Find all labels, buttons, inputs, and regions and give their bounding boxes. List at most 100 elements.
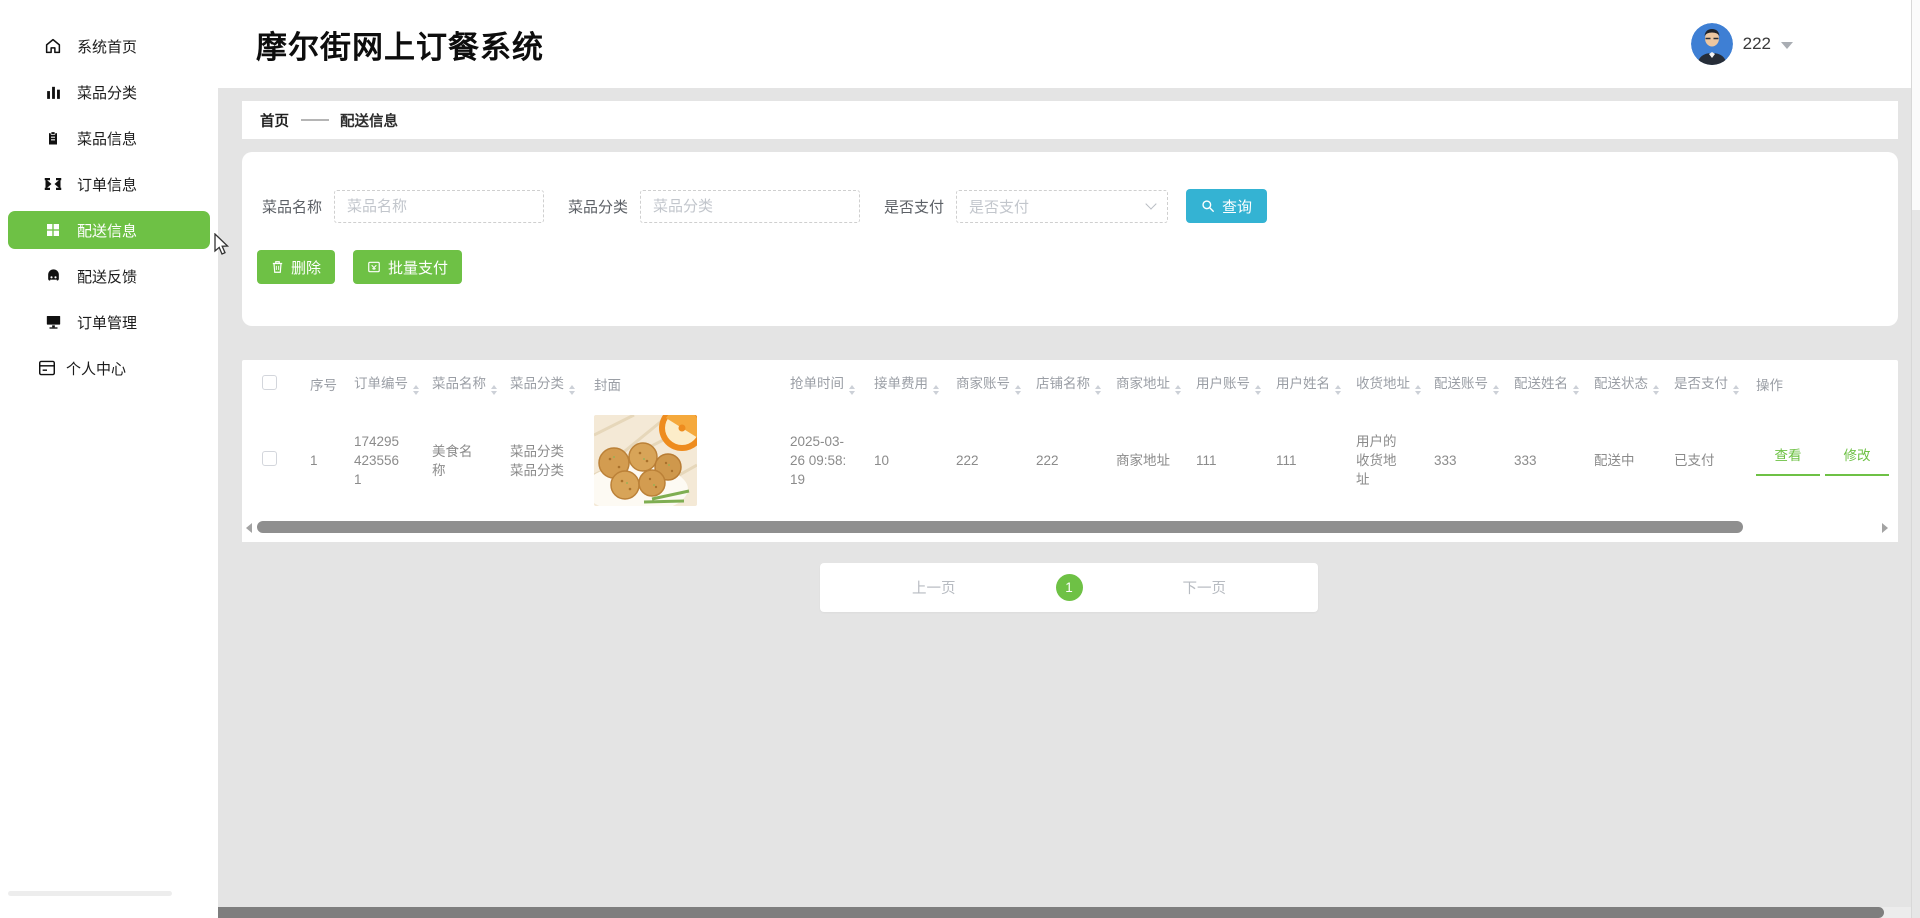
sort-icon[interactable] <box>1493 385 1499 395</box>
chevron-down-icon <box>1781 41 1793 49</box>
user-avatar[interactable] <box>1690 23 1733 65</box>
view-link[interactable]: 查看 <box>1756 446 1820 476</box>
filter-card: 菜品名称 菜品分类 是否支付 是否支付 查询 删除 批量支付 <box>242 152 1898 326</box>
delivery-table-card: 序号 订单编号 菜品名称 菜品分类 封面 抢单时间 接单费用 商家账号 店铺名称… <box>242 360 1898 542</box>
breadcrumb-home[interactable]: 首页 <box>260 110 289 131</box>
delivery-table: 序号 订单编号 菜品名称 菜品分类 封面 抢单时间 接单费用 商家账号 店铺名称… <box>242 360 1898 515</box>
column-header: 收货地址 <box>1356 376 1410 391</box>
cell-paid-status: 已支付 <box>1674 453 1715 468</box>
column-header: 序号 <box>310 377 337 393</box>
sidebar-item-order-info[interactable]: 订单信息 <box>0 161 218 207</box>
search-button[interactable]: 查询 <box>1186 189 1268 223</box>
next-page-button[interactable]: 下一页 <box>1183 577 1227 598</box>
table-header-row: 序号 订单编号 菜品名称 菜品分类 封面 抢单时间 接单费用 商家账号 店铺名称… <box>242 360 1898 407</box>
column-header: 配送账号 <box>1434 376 1488 391</box>
sort-icon[interactable] <box>933 385 939 395</box>
column-header: 订单编号 <box>354 376 408 391</box>
sort-icon[interactable] <box>413 385 419 395</box>
page-vscrollbar <box>1911 0 1920 918</box>
column-header: 用户账号 <box>1196 376 1250 391</box>
feedback-icon <box>44 267 62 285</box>
sort-icon[interactable] <box>1733 385 1739 395</box>
sort-icon[interactable] <box>1015 385 1021 395</box>
paid-select-placeholder: 是否支付 <box>969 198 1030 216</box>
sort-icon[interactable] <box>569 385 575 395</box>
pagination: 上一页 1 下一页 <box>820 563 1318 612</box>
paid-label: 是否支付 <box>884 198 945 216</box>
sidebar-item-dish-category[interactable]: 菜品分类 <box>0 69 218 115</box>
table-hscrollbar-thumb[interactable] <box>257 521 1743 533</box>
search-button-label: 查询 <box>1222 198 1253 216</box>
paid-select[interactable]: 是否支付 <box>956 189 1169 223</box>
column-header: 封面 <box>594 377 621 393</box>
cell-user-name: 111 <box>1276 453 1297 468</box>
sidebar-item-label: 个人中心 <box>66 360 127 378</box>
edit-link[interactable]: 修改 <box>1825 446 1889 476</box>
cell-grab-time: 2025-03-26 09:58:19 <box>790 434 847 487</box>
sort-icon[interactable] <box>1335 385 1341 395</box>
sort-icon[interactable] <box>1095 385 1101 395</box>
column-header: 菜品分类 <box>510 376 564 391</box>
filter-row: 菜品名称 菜品分类 是否支付 是否支付 查询 <box>262 189 1268 223</box>
sidebar-item-delivery-info[interactable]: 配送信息 <box>8 211 210 249</box>
current-page-button[interactable]: 1 <box>1055 574 1083 601</box>
sort-icon[interactable] <box>1653 385 1659 395</box>
dish-cover-image[interactable] <box>594 415 697 506</box>
sort-icon[interactable] <box>1255 385 1261 395</box>
batch-pay-button[interactable]: 批量支付 <box>353 250 463 284</box>
user-name: 222 <box>1742 34 1771 53</box>
chevron-down-icon <box>1145 198 1157 210</box>
batch-pay-button-label: 批量支付 <box>388 259 449 277</box>
sidebar-item-dish-info[interactable]: 菜品信息 <box>0 115 218 161</box>
sort-icon[interactable] <box>849 385 855 395</box>
sort-icon[interactable] <box>1175 385 1181 395</box>
table-row: 1 1742954235561 美食名称 菜品分类菜品分类 2025-03-26… <box>242 407 1898 515</box>
cell-merchant-address: 商家地址 <box>1116 453 1170 468</box>
sidebar-item-home[interactable]: 系统首页 <box>0 23 218 69</box>
sidebar-item-label: 配送反馈 <box>77 268 138 286</box>
column-header: 接单费用 <box>874 376 928 391</box>
cell-user-account: 111 <box>1196 453 1217 468</box>
select-all-checkbox[interactable] <box>262 374 277 390</box>
sidebar-item-label: 菜品信息 <box>77 130 138 148</box>
page-hscrollbar-thumb[interactable] <box>218 907 1884 918</box>
trash-icon <box>271 260 284 274</box>
cell-courier-name: 333 <box>1514 453 1537 468</box>
clipboard-icon <box>44 129 62 147</box>
sort-icon[interactable] <box>1415 385 1421 395</box>
dish-name-input[interactable] <box>334 189 545 223</box>
dish-category-label: 菜品分类 <box>568 198 629 216</box>
sidebar-divider <box>8 891 172 896</box>
profile-icon <box>38 359 56 377</box>
search-icon <box>1201 199 1215 213</box>
payment-icon <box>367 260 381 274</box>
column-header: 是否支付 <box>1674 376 1728 391</box>
column-header: 抢单时间 <box>790 376 844 391</box>
sort-icon[interactable] <box>1573 385 1579 395</box>
row-checkbox[interactable] <box>262 450 277 466</box>
sidebar-item-label: 系统首页 <box>77 38 138 56</box>
sidebar-item-delivery-feedback[interactable]: 配送反馈 <box>0 253 218 299</box>
user-menu[interactable]: 222 <box>1690 23 1793 65</box>
sort-icon[interactable] <box>491 385 497 395</box>
column-header: 商家地址 <box>1116 376 1170 391</box>
cell-delivery-address: 用户的收货地址 <box>1356 434 1397 487</box>
cell-dish-category: 菜品分类菜品分类 <box>510 443 564 478</box>
cell-fee: 10 <box>874 453 890 468</box>
bar-chart-icon <box>44 83 62 101</box>
bulk-actions-row: 删除 批量支付 <box>257 250 463 284</box>
scroll-left-arrow-icon[interactable] <box>246 523 252 533</box>
scroll-right-arrow-icon[interactable] <box>1882 523 1888 533</box>
page-vscrollbar-thumb[interactable] <box>1912 0 1920 210</box>
cell-order-no: 1742954235561 <box>354 434 400 487</box>
cell-courier-account: 333 <box>1434 453 1457 468</box>
prev-page-button[interactable]: 上一页 <box>912 577 956 598</box>
delete-button[interactable]: 删除 <box>257 250 336 284</box>
sidebar-item-order-manage[interactable]: 订单管理 <box>0 299 218 345</box>
cell-index: 1 <box>310 453 318 468</box>
sidebar-item-label: 配送信息 <box>77 222 138 240</box>
dish-category-input[interactable] <box>640 189 861 223</box>
dish-name-label: 菜品名称 <box>262 198 323 216</box>
column-header: 操作 <box>1756 377 1783 393</box>
sidebar-item-profile[interactable]: 个人中心 <box>0 345 218 391</box>
